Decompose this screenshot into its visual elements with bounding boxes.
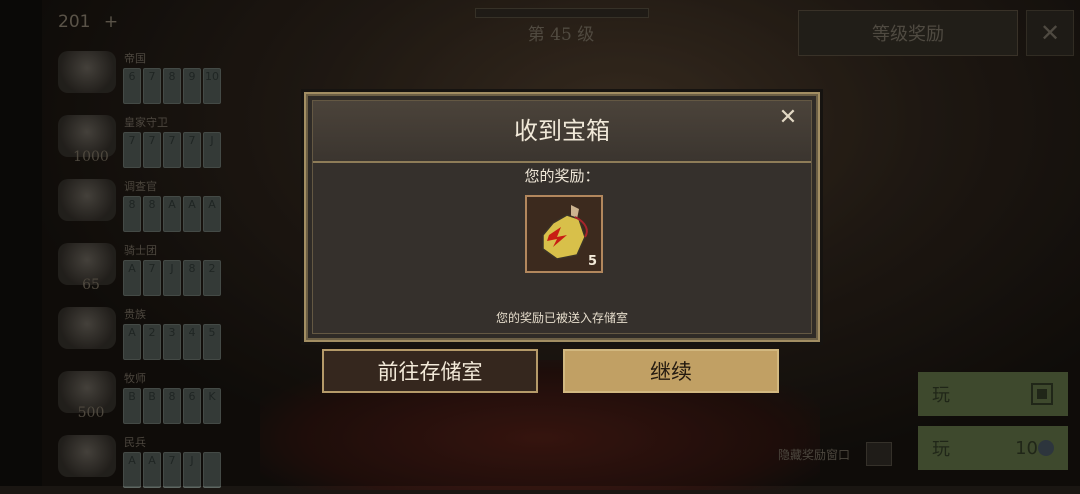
go-to-storage-button[interactable]: 前往存储室 [322,349,538,393]
reward-item-slot[interactable]: 5 [525,195,603,273]
sent-to-storage-note: 您的奖励已被送入存储室 [495,311,628,325]
dialog-panel: 收到宝箱 ✕ 您的奖励： 5 您的奖励已被送入存储室 [312,100,812,334]
continue-button[interactable]: 继续 [563,349,779,393]
reward-label: 您的奖励： [524,167,600,185]
close-icon[interactable]: ✕ [775,105,801,131]
chest-received-dialog: 收到宝箱 ✕ 您的奖励： 5 您的奖励已被送入存储室 [304,92,820,342]
dialog-title: 收到宝箱 [514,117,610,145]
item-quantity: 5 [587,254,597,269]
